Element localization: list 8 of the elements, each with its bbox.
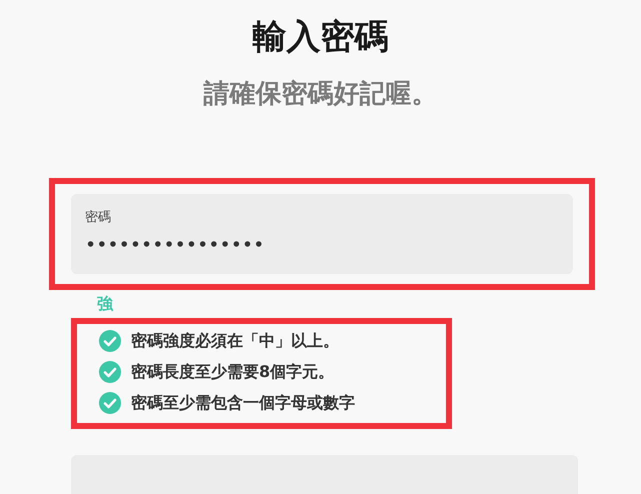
password-field[interactable]: 密碼 •••••••••••••••• [71,194,573,274]
requirement-text: 密碼強度必須在「中」以上。 [131,330,339,352]
requirement-text: 密碼至少需包含一個字母或數字 [131,392,355,414]
page-title: 輸入密碼 [252,16,388,59]
strength-label: 強 [97,292,113,314]
requirement-text: 密碼長度至少需要8個字元。 [131,361,334,383]
password-value: •••••••••••••••• [85,232,264,258]
subtitle: 請確保密碼好記喔。 [204,78,438,111]
